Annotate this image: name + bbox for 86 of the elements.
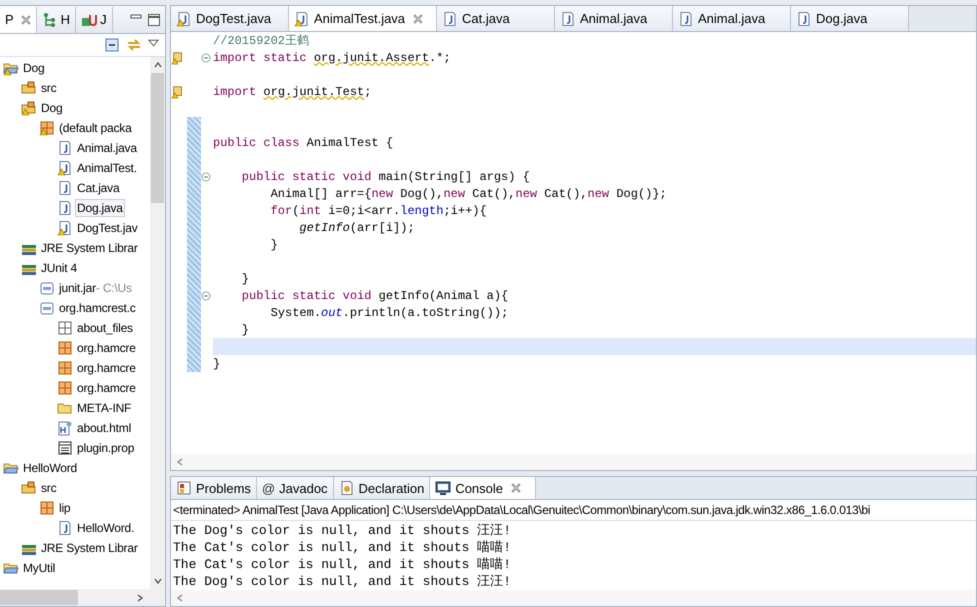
- link-arrows-icon[interactable]: [126, 37, 142, 53]
- tree-item[interactable]: MyUtil: [21, 559, 58, 577]
- close-icon[interactable]: [413, 14, 424, 24]
- close-icon[interactable]: [511, 483, 522, 493]
- close-icon[interactable]: [20, 14, 31, 24]
- console-output-line: The Cat's color is null, and it shouts 喵喵!: [172, 556, 512, 572]
- code-text: }: [213, 356, 220, 370]
- scroll-right-icon[interactable]: [135, 592, 145, 602]
- document-icon: [338, 480, 355, 496]
- scroll-up-icon[interactable]: [152, 60, 162, 70]
- console-output-line: The Dog's color is null, and it shouts 汪汪!: [172, 522, 512, 538]
- editor-tab[interactable]: Dog.java: [791, 6, 909, 31]
- tree-item[interactable]: src: [39, 79, 58, 97]
- tree-item[interactable]: (default packa: [57, 119, 134, 137]
- scrollbar-thumb[interactable]: [0, 590, 78, 605]
- console-header: <terminated> AnimalTest [Java Application] C:\Users\de\AppData\Local\Genuitec\Common\binary\com.sun.java.jdk.win32.x86_1.6.0.013\bi: [171, 500, 976, 521]
- tree-item[interactable]: DogTest.jav: [75, 219, 140, 237]
- scroll-left-icon[interactable]: [175, 457, 185, 467]
- scroll-left-icon[interactable]: [175, 593, 185, 603]
- fold-icon[interactable]: [201, 172, 211, 182]
- view-tab[interactable]: Declaration: [334, 477, 430, 499]
- horizontal-scrollbar[interactable]: [171, 454, 976, 470]
- console-output-line: The Dog's color is null, and it shouts 汪汪!: [172, 573, 512, 589]
- editor-tab[interactable]: Cat.java: [437, 6, 555, 31]
- tree-item[interactable]: org.hamcre: [75, 379, 138, 397]
- tree-item[interactable]: JRE System Librar: [39, 239, 140, 257]
- code-text: getInfo(arr[i]);: [298, 220, 415, 234]
- tree-item[interactable]: lip: [57, 499, 72, 517]
- editor-tab[interactable]: Animal.java: [555, 6, 673, 31]
- dropdown-icon[interactable]: [148, 39, 159, 47]
- code-text: import static org.junit.Assert.*;: [213, 50, 451, 64]
- tree-item[interactable]: src: [39, 479, 58, 497]
- tree-item[interactable]: HelloWord: [21, 459, 79, 477]
- scrollbar-thumb[interactable]: [151, 73, 164, 203]
- code-text: //20159202王鹤: [213, 33, 310, 49]
- warning-icon: [171, 50, 185, 64]
- view-tab[interactable]: J: [76, 6, 113, 32]
- view-tab[interactable]: Console: [430, 477, 536, 499]
- tree-item[interactable]: Animal.java: [75, 139, 139, 157]
- hierarchy-icon: [42, 12, 58, 28]
- tree-item[interactable]: plugin.prop: [75, 439, 136, 457]
- tree-item[interactable]: META-INF: [75, 399, 134, 417]
- code-text: }: [270, 238, 278, 252]
- problems-icon: [176, 480, 192, 496]
- horizontal-scrollbar[interactable]: [171, 590, 976, 606]
- tree-item[interactable]: JRE System Librar: [39, 539, 140, 557]
- view-tab[interactable]: H: [36, 6, 76, 32]
- editor-tab[interactable]: AnimalTest.java: [289, 6, 437, 31]
- tree-item[interactable]: Dog.java: [75, 199, 125, 217]
- code-text: import org.junit.Test;: [213, 84, 372, 98]
- view-tab[interactable]: Problems: [171, 477, 257, 499]
- horizontal-scrollbar[interactable]: [0, 589, 165, 606]
- tree-item[interactable]: about_files: [75, 319, 135, 337]
- tree-item[interactable]: AnimalTest.: [75, 159, 139, 177]
- tree-item[interactable]: org.hamcre: [75, 339, 138, 357]
- at-sign-icon: @: [262, 480, 276, 496]
- code-text: public static void getInfo(Animal a){: [240, 288, 508, 302]
- tree-item[interactable]: about.html: [75, 419, 134, 437]
- tree-item[interactable]: Dog: [21, 59, 46, 77]
- scroll-down-icon[interactable]: [152, 576, 162, 586]
- tree-item[interactable]: JUnit 4: [39, 259, 79, 277]
- monitor-icon: [435, 480, 452, 496]
- code-text: public class AnimalTest {: [213, 136, 394, 150]
- view-tab[interactable]: P: [0, 6, 37, 32]
- collapse-all-icon[interactable]: [104, 37, 120, 53]
- editor-tab[interactable]: Animal.java: [673, 6, 791, 31]
- code-text: System.out.println(a.toString());: [270, 306, 508, 320]
- tree-item[interactable]: HelloWord.: [75, 519, 136, 537]
- view-tab[interactable]: @ Javadoc: [256, 477, 334, 499]
- tree-item[interactable]: junit.jar- C:\Us: [57, 279, 134, 297]
- code-text: }: [240, 272, 250, 286]
- maximize-icon[interactable]: [147, 12, 161, 26]
- fold-icon[interactable]: [201, 52, 211, 62]
- code-text: public static void main(String[] args) {: [240, 170, 530, 184]
- vertical-scrollbar[interactable]: [150, 57, 165, 589]
- code-text: }: [240, 322, 250, 336]
- console-output-line: The Cat's color is null, and it shouts 喵喵!: [172, 539, 512, 555]
- tree-item[interactable]: org.hamcrest.c: [57, 299, 138, 317]
- warning-icon: [171, 84, 185, 98]
- tree-item[interactable]: Dog: [39, 99, 64, 117]
- editor-tab[interactable]: DogTest.java: [171, 6, 289, 31]
- fold-icon[interactable]: [201, 290, 211, 300]
- code-text: Animal[] arr={new Dog(),new Cat(),new Cat(),new Dog()};: [270, 186, 667, 200]
- code-text: for(int i=0;i<arr.length;i++){: [270, 204, 487, 218]
- tree-item[interactable]: Cat.java: [75, 179, 122, 197]
- tree-item[interactable]: org.hamcre: [75, 359, 138, 377]
